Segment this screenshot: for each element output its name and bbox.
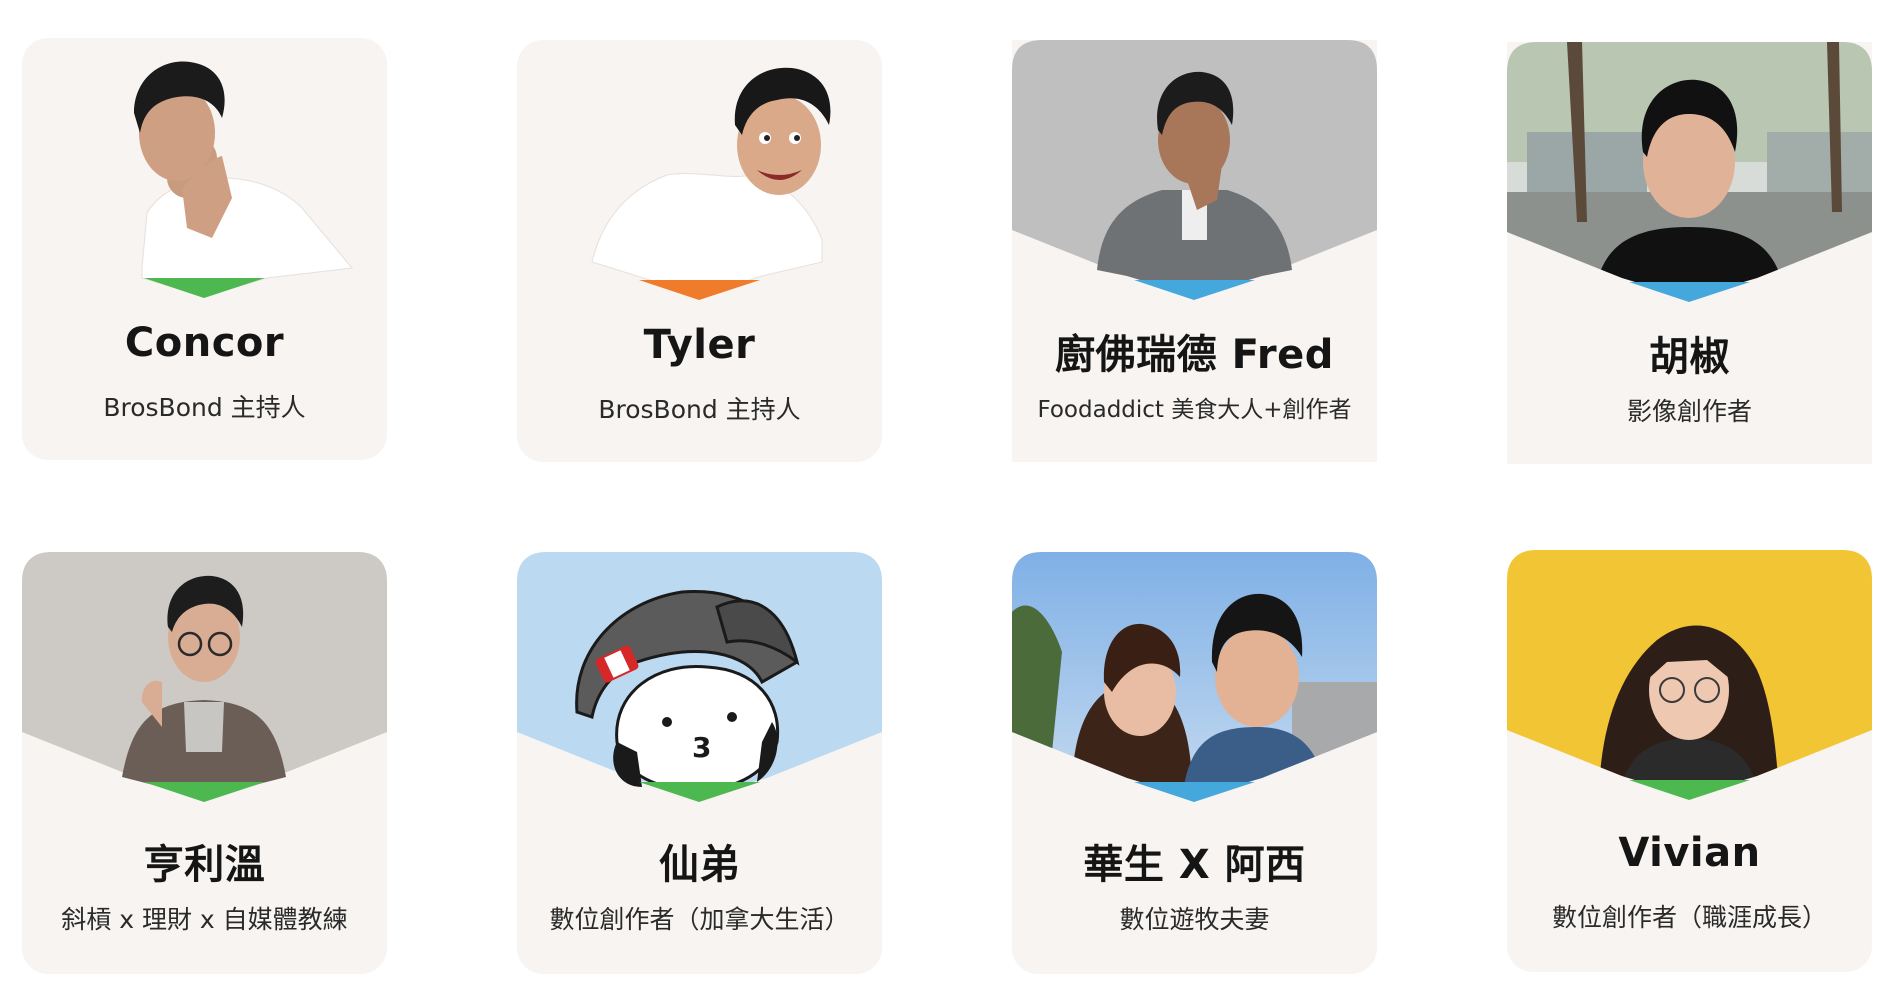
creator-role: 斜槓 x 理財 x 自媒體教練: [61, 905, 348, 934]
svg-text:3: 3: [692, 731, 711, 764]
creator-card-fred[interactable]: 廚佛瑞德 Fred Foodaddict 美食大人+創作者: [1012, 40, 1377, 462]
accent-chevron: [1134, 280, 1255, 300]
creator-photo: [1012, 552, 1377, 810]
creator-photo: [22, 552, 387, 810]
creator-role: 數位創作者（職涯成長）: [1551, 903, 1827, 932]
creator-photo: 3: [517, 552, 882, 810]
creator-role: 數位創作者（加拿大生活）: [549, 905, 850, 934]
creator-photo: [1507, 42, 1872, 300]
creator-photo: [22, 38, 387, 296]
creator-role: BrosBond 主持人: [598, 395, 801, 424]
creator-name: Concor: [124, 320, 285, 366]
creator-card-xiandi[interactable]: 3 仙弟 數位創作者（加拿大生活）: [517, 552, 882, 974]
creator-name: 仙弟: [659, 842, 740, 888]
creator-card-concor[interactable]: Concor BrosBond 主持人: [22, 38, 387, 460]
creator-role: BrosBond 主持人: [103, 393, 306, 422]
creator-photo: [517, 40, 882, 298]
creator-name: 亨利溫: [143, 842, 266, 888]
accent-chevron: [639, 782, 760, 802]
creator-name: Vivian: [1618, 830, 1761, 876]
creator-grid: Concor BrosBond 主持人 Tyler BrosBond 主持人 廚…: [0, 0, 1894, 992]
creator-role: 數位遊牧夫妻: [1119, 905, 1270, 934]
accent-chevron: [1629, 282, 1750, 302]
accent-chevron: [1629, 780, 1750, 800]
creator-role: Foodaddict 美食大人+創作者: [1037, 397, 1352, 423]
creator-card-hujiao[interactable]: 胡椒 影像創作者: [1507, 42, 1872, 464]
creator-name: Tyler: [643, 322, 756, 368]
accent-chevron: [1134, 782, 1255, 802]
accent-chevron: [144, 782, 265, 802]
creator-name: 華生 X 阿西: [1083, 842, 1306, 888]
creator-photo: [1507, 550, 1872, 808]
creator-card-henrywen[interactable]: 亨利溫 斜槓 x 理財 x 自媒體教練: [22, 552, 387, 974]
creator-card-tyler[interactable]: Tyler BrosBond 主持人: [517, 40, 882, 462]
creator-card-vivian[interactable]: Vivian 數位創作者（職涯成長）: [1507, 550, 1872, 972]
creator-role: 影像創作者: [1626, 397, 1752, 426]
creator-photo: [1012, 40, 1377, 298]
creator-name: 胡椒: [1649, 334, 1730, 380]
creator-name: 廚佛瑞德 Fred: [1055, 332, 1334, 378]
accent-chevron: [639, 280, 760, 300]
creator-card-watson-axi[interactable]: 華生 X 阿西 數位遊牧夫妻: [1012, 552, 1377, 974]
accent-chevron: [144, 278, 265, 298]
